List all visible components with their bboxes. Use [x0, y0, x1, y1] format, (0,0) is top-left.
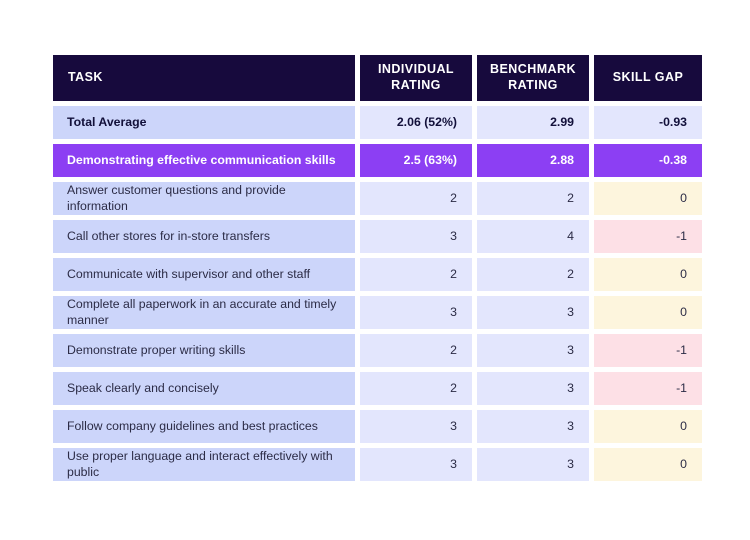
row-individual: 3 — [360, 220, 472, 253]
row-benchmark: 2 — [477, 182, 589, 215]
row-task: Follow company guidelines and best pract… — [53, 410, 355, 443]
row-task: Complete all paperwork in an accurate an… — [53, 296, 355, 329]
column-header-task-label: TASK — [68, 70, 103, 85]
table-row: Communicate with supervisor and other st… — [53, 258, 702, 291]
column-header-individual-rating: INDIVIDUAL RATING — [360, 55, 472, 101]
row-individual: 3 — [360, 296, 472, 329]
column-header-individual-line1: INDIVIDUAL — [377, 62, 455, 77]
skill-gap-table: TASK INDIVIDUAL RATING BENCHMARK RATING … — [48, 50, 707, 486]
row-benchmark: 3 — [477, 410, 589, 443]
highlighted-category-row: Demonstrating effective communication sk… — [53, 144, 702, 177]
row-benchmark: 3 — [477, 448, 589, 481]
column-header-benchmark-line2: RATING — [508, 78, 558, 92]
highlight-skill-gap: -0.38 — [594, 144, 702, 177]
row-individual: 2 — [360, 334, 472, 367]
table-row: Call other stores for in-store transfers… — [53, 220, 702, 253]
total-average-task: Total Average — [53, 106, 355, 139]
row-skill-gap: -1 — [594, 220, 702, 253]
row-task: Answer customer questions and provide in… — [53, 182, 355, 215]
row-skill-gap: 0 — [594, 410, 702, 443]
row-skill-gap: -1 — [594, 334, 702, 367]
table-row: Answer customer questions and provide in… — [53, 182, 702, 215]
row-skill-gap: -1 — [594, 372, 702, 405]
row-benchmark: 3 — [477, 296, 589, 329]
column-header-individual-line2: RATING — [391, 78, 441, 92]
column-header-skill-gap: SKILL GAP — [594, 55, 702, 101]
row-individual: 2 — [360, 258, 472, 291]
row-benchmark: 3 — [477, 372, 589, 405]
row-benchmark: 3 — [477, 334, 589, 367]
row-task: Speak clearly and concisely — [53, 372, 355, 405]
row-skill-gap: 0 — [594, 182, 702, 215]
column-header-skill-gap-label: SKILL GAP — [612, 70, 684, 85]
row-task: Call other stores for in-store transfers — [53, 220, 355, 253]
highlight-benchmark: 2.88 — [477, 144, 589, 177]
table-row: Demonstrate proper writing skills 2 3 -1 — [53, 334, 702, 367]
page-canvas: TASK INDIVIDUAL RATING BENCHMARK RATING … — [0, 0, 750, 540]
row-individual: 3 — [360, 410, 472, 443]
highlight-individual: 2.5 (63%) — [360, 144, 472, 177]
row-skill-gap: 0 — [594, 296, 702, 329]
total-average-individual: 2.06 (52%) — [360, 106, 472, 139]
column-header-benchmark-line1: BENCHMARK — [490, 62, 576, 77]
header-row: TASK INDIVIDUAL RATING BENCHMARK RATING … — [53, 55, 702, 101]
table-row: Speak clearly and concisely 2 3 -1 — [53, 372, 702, 405]
total-average-row: Total Average 2.06 (52%) 2.99 -0.93 — [53, 106, 702, 139]
table-row: Follow company guidelines and best pract… — [53, 410, 702, 443]
row-skill-gap: 0 — [594, 448, 702, 481]
column-header-benchmark-rating: BENCHMARK RATING — [477, 55, 589, 101]
row-task: Use proper language and interact effecti… — [53, 448, 355, 481]
table-row: Complete all paperwork in an accurate an… — [53, 296, 702, 329]
row-individual: 2 — [360, 372, 472, 405]
row-task: Demonstrate proper writing skills — [53, 334, 355, 367]
table-row: Use proper language and interact effecti… — [53, 448, 702, 481]
row-skill-gap: 0 — [594, 258, 702, 291]
row-benchmark: 4 — [477, 220, 589, 253]
row-individual: 3 — [360, 448, 472, 481]
total-average-skill-gap: -0.93 — [594, 106, 702, 139]
total-average-benchmark: 2.99 — [477, 106, 589, 139]
column-header-task: TASK — [53, 55, 355, 101]
table-body: Total Average 2.06 (52%) 2.99 -0.93 Demo… — [53, 106, 702, 481]
row-individual: 2 — [360, 182, 472, 215]
highlight-task: Demonstrating effective communication sk… — [53, 144, 355, 177]
table-header: TASK INDIVIDUAL RATING BENCHMARK RATING … — [53, 55, 702, 101]
row-benchmark: 2 — [477, 258, 589, 291]
row-task: Communicate with supervisor and other st… — [53, 258, 355, 291]
